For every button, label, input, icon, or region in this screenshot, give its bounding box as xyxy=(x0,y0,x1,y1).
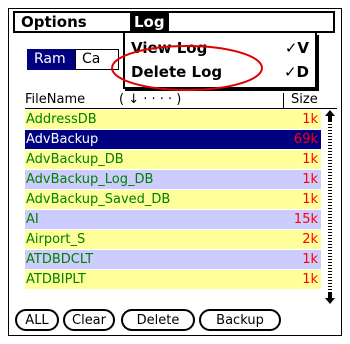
list-item[interactable]: AddressDB 1k xyxy=(25,110,321,130)
backup-button[interactable]: Backup xyxy=(199,309,281,331)
file-size: 1k xyxy=(302,272,318,287)
list-item[interactable]: ATDBIPLT 1k xyxy=(25,270,321,290)
file-name: AdvBackup xyxy=(26,132,99,147)
menu-item-view-log[interactable]: View Log ✓V xyxy=(125,37,313,59)
list-item[interactable]: AdvBackup_Log_DB 1k xyxy=(25,170,321,190)
menu-item-label: View Log xyxy=(131,39,208,57)
palm-screen: Options Log Ram Ca FileName ( ↓ · · · · … xyxy=(8,8,342,336)
ram-button[interactable]: Ram xyxy=(27,49,75,70)
file-size: 1k xyxy=(302,152,318,167)
list-item[interactable]: AdvBackup_Saved_DB 1k xyxy=(25,190,321,210)
list-item[interactable]: AI 15k xyxy=(25,210,321,230)
menu-item-delete-log[interactable]: Delete Log ✓D xyxy=(125,61,313,83)
list-item[interactable]: Airport_S 2k xyxy=(25,230,321,250)
log-dropdown-menu: View Log ✓V Delete Log ✓D xyxy=(123,33,317,89)
file-name: AdvBackup_Log_DB xyxy=(26,172,154,187)
file-name: Airport_S xyxy=(26,232,86,247)
file-list: AddressDB 1k AdvBackup 69k AdvBackup_DB … xyxy=(25,110,321,290)
column-header: FileName ( ↓ · · · · ) Size xyxy=(25,91,337,109)
menu-options[interactable]: Options xyxy=(17,13,91,31)
card-button[interactable]: Ca xyxy=(75,49,119,70)
file-name: AdvBackup_DB xyxy=(26,152,124,167)
list-item[interactable]: AdvBackup 69k xyxy=(25,130,321,150)
file-name: AdvBackup_Saved_DB xyxy=(26,192,171,207)
column-separator xyxy=(283,93,284,108)
menu-log[interactable]: Log xyxy=(130,13,169,31)
file-size: 1k xyxy=(302,172,318,187)
file-name: AI xyxy=(26,212,39,227)
scroll-track[interactable] xyxy=(328,124,332,290)
file-size: 2k xyxy=(302,232,318,247)
column-size[interactable]: Size xyxy=(291,91,318,108)
file-name: AddressDB xyxy=(26,112,97,127)
scrollbar[interactable] xyxy=(325,110,335,306)
delete-button[interactable]: Delete xyxy=(121,309,195,331)
file-size: 1k xyxy=(302,112,318,127)
list-item[interactable]: ATDBDCLT 1k xyxy=(25,250,321,270)
file-name: ATDBDCLT xyxy=(26,252,94,267)
sort-indicator: ( ↓ · · · · ) xyxy=(119,92,182,107)
button-bar: ALL Clear Delete Backup xyxy=(9,309,341,335)
shortcut-label: ✓D xyxy=(283,63,309,81)
column-filename[interactable]: FileName xyxy=(25,91,85,108)
down-arrow-icon[interactable] xyxy=(325,292,335,304)
menu-bar: Options Log xyxy=(13,11,335,33)
menu-item-label: Delete Log xyxy=(131,63,223,81)
file-size: 1k xyxy=(302,252,318,267)
shortcut-label: ✓V xyxy=(284,39,309,57)
clear-button[interactable]: Clear xyxy=(63,309,115,331)
file-size: 69k xyxy=(293,132,318,147)
file-name: ATDBIPLT xyxy=(26,272,86,287)
file-size: 1k xyxy=(302,192,318,207)
file-size: 15k xyxy=(293,212,318,227)
all-button[interactable]: ALL xyxy=(15,309,59,331)
list-item[interactable]: AdvBackup_DB 1k xyxy=(25,150,321,170)
up-arrow-icon[interactable] xyxy=(325,110,335,122)
